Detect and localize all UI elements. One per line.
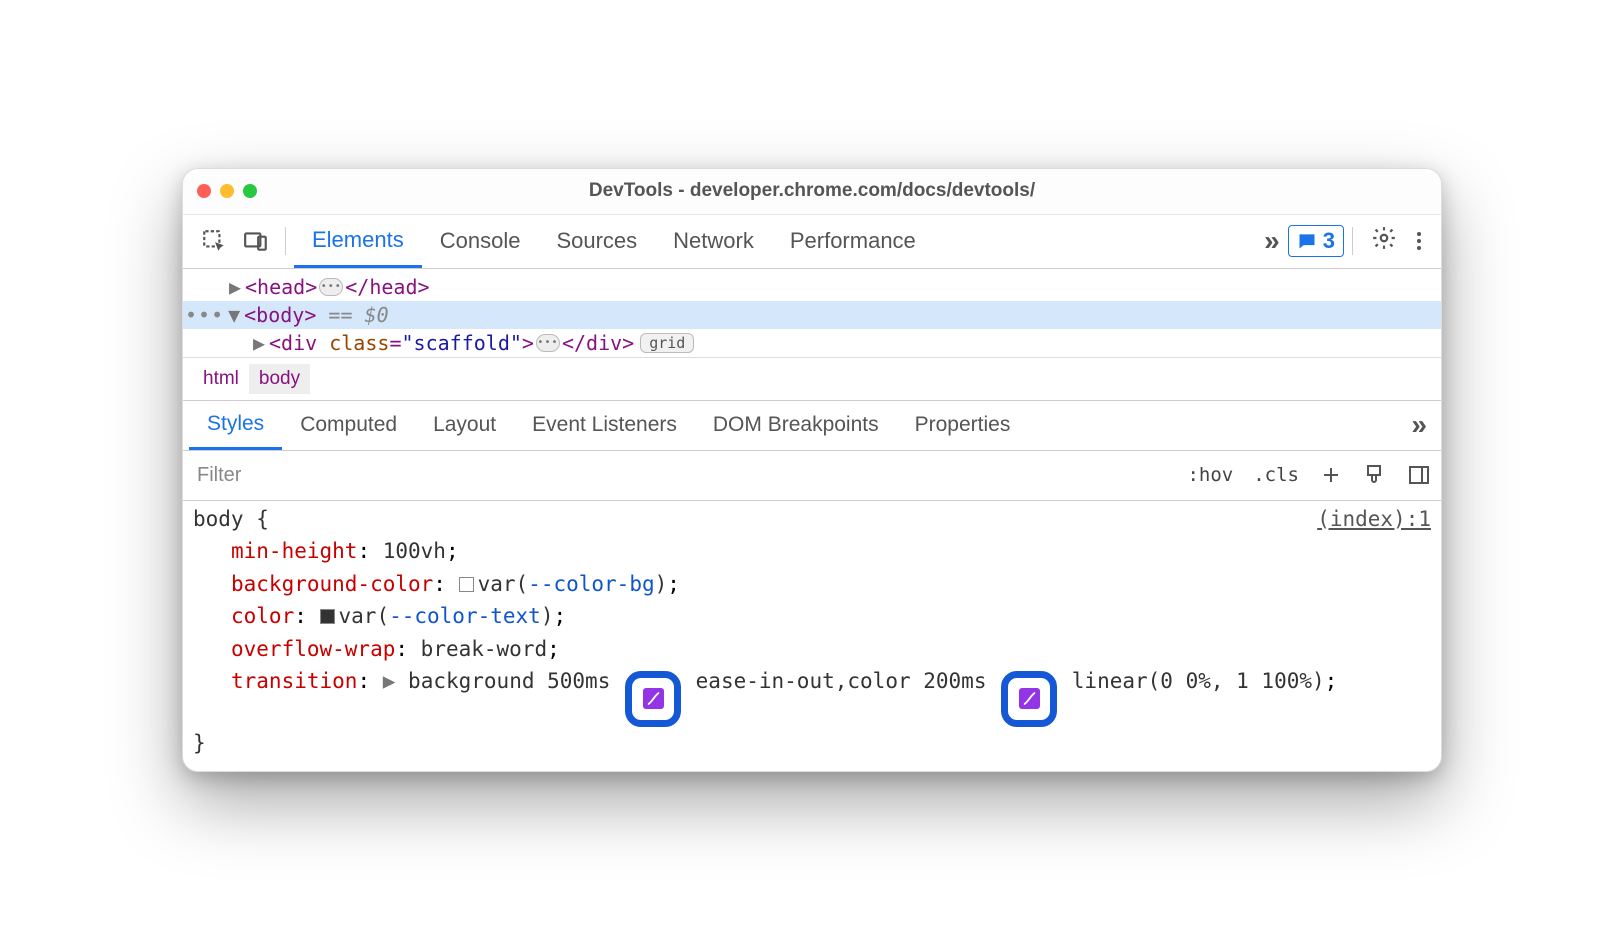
- expand-triangle-icon[interactable]: ▶: [383, 669, 396, 693]
- collapse-triangle-icon[interactable]: ▼: [228, 303, 242, 327]
- css-declaration[interactable]: background-color: var(--color-bg);: [193, 568, 1431, 601]
- subtab-dom-breakpoints[interactable]: DOM Breakpoints: [695, 400, 897, 450]
- window-title: DevTools - developer.chrome.com/docs/dev…: [183, 180, 1441, 202]
- color-swatch-icon[interactable]: [320, 609, 335, 624]
- expand-triangle-icon[interactable]: ▶: [253, 331, 267, 355]
- annotation-highlight: [625, 671, 681, 727]
- maximize-window-button[interactable]: [243, 184, 257, 198]
- styles-filter-input[interactable]: [183, 451, 1177, 500]
- title-bar: DevTools - developer.chrome.com/docs/dev…: [183, 169, 1441, 215]
- more-subtabs-chevron[interactable]: »: [1403, 409, 1435, 441]
- paint-brush-icon[interactable]: [1353, 451, 1397, 500]
- css-declaration-transition[interactable]: transition: ▶ background 500ms ease-in-o…: [193, 665, 1431, 727]
- css-declaration[interactable]: overflow-wrap: break-word;: [193, 633, 1431, 666]
- dom-node-div[interactable]: ▶ <div class="scaffold"> ••• </div> grid: [183, 329, 1441, 357]
- tab-performance[interactable]: Performance: [772, 214, 934, 268]
- dom-node-head[interactable]: ▶ <head> ••• </head>: [183, 273, 1441, 301]
- hov-toggle[interactable]: :hov: [1177, 451, 1243, 500]
- console-accessor: == $0: [328, 303, 388, 327]
- close-window-button[interactable]: [197, 184, 211, 198]
- devtools-window: DevTools - developer.chrome.com/docs/dev…: [182, 168, 1442, 773]
- subtab-properties[interactable]: Properties: [897, 400, 1029, 450]
- traffic-lights: [197, 184, 257, 198]
- computed-sidebar-icon[interactable]: [1397, 451, 1441, 500]
- breadcrumb: html body: [183, 357, 1441, 401]
- cls-toggle[interactable]: .cls: [1243, 451, 1309, 500]
- kebab-menu-icon[interactable]: [1407, 232, 1431, 250]
- ellipsis-icon[interactable]: •••: [319, 278, 343, 296]
- dom-tree[interactable]: ▶ <head> ••• </head> ••• ▼ <body> == $0 …: [183, 269, 1441, 357]
- ellipsis-icon[interactable]: •••: [536, 334, 560, 352]
- color-swatch-icon[interactable]: [459, 577, 474, 592]
- rule-source-link[interactable]: (index):1: [1317, 503, 1431, 536]
- styles-pane[interactable]: (index):1 body { min-height: 100vh; back…: [183, 501, 1441, 772]
- easing-editor-icon[interactable]: [1019, 688, 1040, 709]
- minimize-window-button[interactable]: [220, 184, 234, 198]
- tab-sources[interactable]: Sources: [538, 214, 655, 268]
- css-declaration[interactable]: color: var(--color-text);: [193, 600, 1431, 633]
- subtab-event-listeners[interactable]: Event Listeners: [514, 400, 695, 450]
- tab-elements[interactable]: Elements: [294, 214, 422, 268]
- tab-network[interactable]: Network: [655, 214, 772, 268]
- subtab-layout[interactable]: Layout: [415, 400, 514, 450]
- annotation-highlight: [1001, 671, 1057, 727]
- selection-dots-icon: •••: [185, 303, 224, 327]
- subtab-styles[interactable]: Styles: [189, 400, 282, 450]
- tab-console[interactable]: Console: [422, 214, 539, 268]
- subtab-computed[interactable]: Computed: [282, 400, 415, 450]
- styles-subtabs: Styles Computed Layout Event Listeners D…: [183, 401, 1441, 451]
- issues-badge[interactable]: 3: [1288, 225, 1344, 257]
- main-toolbar: Elements Console Sources Network Perform…: [183, 215, 1441, 269]
- settings-gear-icon[interactable]: [1361, 225, 1407, 257]
- toolbar-divider: [285, 227, 286, 255]
- easing-editor-icon[interactable]: [643, 688, 664, 709]
- css-selector[interactable]: body: [193, 507, 244, 531]
- grid-badge[interactable]: grid: [640, 333, 694, 353]
- toolbar-divider: [1352, 227, 1353, 255]
- main-tabs: Elements Console Sources Network Perform…: [294, 214, 934, 268]
- css-declaration[interactable]: min-height: 100vh;: [193, 535, 1431, 568]
- styles-filter-row: :hov .cls: [183, 451, 1441, 501]
- new-style-rule-icon[interactable]: [1309, 451, 1353, 500]
- device-toolbar-icon[interactable]: [235, 224, 277, 258]
- more-tabs-chevron[interactable]: »: [1256, 225, 1288, 257]
- expand-triangle-icon[interactable]: ▶: [229, 275, 243, 299]
- dom-node-body[interactable]: ••• ▼ <body> == $0: [183, 301, 1441, 329]
- crumb-body[interactable]: body: [249, 364, 310, 394]
- inspect-element-icon[interactable]: [193, 224, 235, 258]
- issues-count: 3: [1323, 228, 1335, 254]
- crumb-html[interactable]: html: [193, 364, 249, 394]
